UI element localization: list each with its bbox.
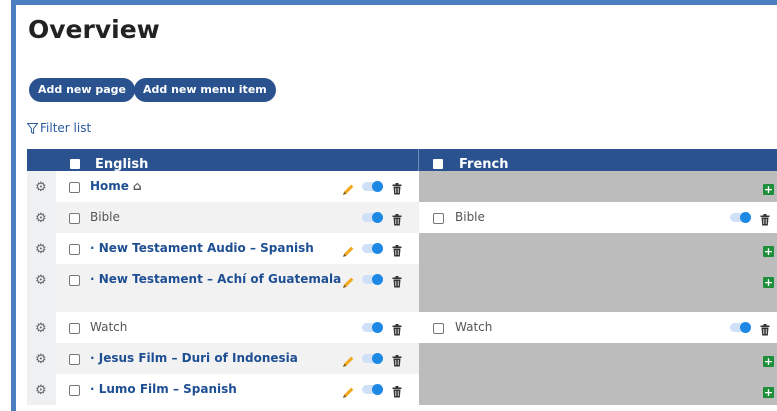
trash-icon[interactable]: [392, 352, 402, 367]
add-translation-icon[interactable]: +: [763, 246, 774, 257]
trash-icon[interactable]: [760, 321, 770, 336]
visibility-toggle[interactable]: [730, 212, 751, 223]
english-column-header: English: [95, 157, 149, 172]
row-checkbox[interactable]: [69, 323, 80, 334]
trash-icon[interactable]: [392, 273, 402, 288]
english-cell: Home ⌂: [56, 171, 419, 202]
pencil-icon[interactable]: [342, 353, 355, 367]
english-cell: · New Testament Audio – Spanish: [56, 233, 419, 264]
row-checkbox[interactable]: [69, 354, 80, 365]
row-checkbox[interactable]: [433, 213, 444, 224]
row-settings-cell: ⚙: [27, 374, 56, 405]
page-link[interactable]: · Lumo Film – Spanish: [90, 382, 237, 396]
pencil-icon[interactable]: [342, 274, 355, 288]
table-row: ⚙ Watch Watch: [27, 312, 777, 343]
gear-icon[interactable]: ⚙: [35, 383, 47, 398]
row-settings-cell: ⚙: [27, 264, 56, 312]
french-column-header: French: [459, 157, 509, 172]
visibility-toggle[interactable]: [362, 322, 383, 333]
trash-icon[interactable]: [392, 383, 402, 398]
gear-icon[interactable]: ⚙: [35, 273, 47, 288]
page-title: Overview: [28, 15, 160, 44]
trash-icon[interactable]: [392, 242, 402, 257]
menu-label: Bible: [90, 210, 120, 224]
page-link[interactable]: · Jesus Film – Duri of Indonesia: [90, 351, 298, 365]
french-cell: Watch: [419, 312, 777, 343]
gear-icon[interactable]: ⚙: [35, 352, 47, 367]
table-row: ⚙ · Lumo Film – Spanish +: [27, 374, 777, 405]
menu-label: Watch: [455, 320, 493, 334]
visibility-toggle[interactable]: [362, 181, 383, 192]
english-cell: · New Testament – Achí of Guatemala: [56, 264, 419, 312]
select-all-french-checkbox[interactable]: [433, 159, 443, 169]
trash-icon[interactable]: [760, 211, 770, 226]
page-link[interactable]: Home ⌂: [90, 179, 142, 193]
trash-icon[interactable]: [392, 180, 402, 195]
french-cell: +: [419, 233, 777, 264]
add-translation-icon[interactable]: +: [763, 356, 774, 367]
table-row: ⚙ · New Testament – Achí of Guatemala +: [27, 264, 777, 312]
table-row: ⚙ · Jesus Film – Duri of Indonesia +: [27, 343, 777, 374]
home-icon: ⌂: [132, 179, 142, 193]
pencil-icon[interactable]: [342, 384, 355, 398]
menu-label: Watch: [90, 320, 128, 334]
visibility-toggle[interactable]: [362, 243, 383, 254]
menu-label: Bible: [455, 210, 485, 224]
gear-icon[interactable]: ⚙: [35, 242, 47, 257]
french-cell: +: [419, 343, 777, 374]
row-settings-cell: ⚙: [27, 233, 56, 264]
row-checkbox[interactable]: [69, 385, 80, 396]
table-row: ⚙ Bible Bible: [27, 202, 777, 233]
add-new-page-button[interactable]: Add new page: [29, 78, 136, 102]
row-settings-cell: ⚙: [27, 171, 56, 202]
row-checkbox[interactable]: [69, 275, 80, 286]
english-cell: Bible: [56, 202, 419, 233]
english-cell: · Lumo Film – Spanish: [56, 374, 419, 405]
french-cell: Bible: [419, 202, 777, 233]
row-checkbox[interactable]: [69, 182, 80, 193]
french-cell: +: [419, 171, 777, 202]
french-cell: +: [419, 374, 777, 405]
gear-icon[interactable]: ⚙: [35, 211, 47, 226]
filter-icon: [27, 122, 38, 134]
row-settings-cell: ⚙: [27, 343, 56, 374]
visibility-toggle[interactable]: [362, 384, 383, 395]
page-link[interactable]: · New Testament – Achí of Guatemala: [90, 272, 341, 286]
add-translation-icon[interactable]: +: [763, 184, 774, 195]
overview-panel: Overview Add new page Add new menu item …: [11, 0, 777, 411]
trash-icon[interactable]: [392, 321, 402, 336]
row-settings-cell: ⚙: [27, 202, 56, 233]
visibility-toggle[interactable]: [362, 274, 383, 285]
table-row: ⚙ Home ⌂ +: [27, 171, 777, 202]
add-translation-icon[interactable]: +: [763, 387, 774, 398]
row-checkbox[interactable]: [433, 323, 444, 334]
trash-icon[interactable]: [392, 211, 402, 226]
add-translation-icon[interactable]: +: [763, 277, 774, 288]
row-checkbox[interactable]: [69, 244, 80, 255]
french-cell: +: [419, 264, 777, 312]
english-cell: · Jesus Film – Duri of Indonesia: [56, 343, 419, 374]
filter-label: Filter list: [40, 121, 92, 135]
gear-icon[interactable]: ⚙: [35, 321, 47, 336]
filter-list-link[interactable]: Filter list: [27, 121, 91, 135]
pencil-icon[interactable]: [342, 181, 355, 195]
visibility-toggle[interactable]: [362, 212, 383, 223]
row-checkbox[interactable]: [69, 213, 80, 224]
visibility-toggle[interactable]: [362, 353, 383, 364]
row-settings-cell: ⚙: [27, 312, 56, 343]
pencil-icon[interactable]: [342, 243, 355, 257]
table-row: ⚙ · New Testament Audio – Spanish +: [27, 233, 777, 264]
english-cell: Watch: [56, 312, 419, 343]
select-all-english-checkbox[interactable]: [70, 159, 80, 169]
gear-icon[interactable]: ⚙: [35, 180, 47, 195]
page-link[interactable]: · New Testament Audio – Spanish: [90, 241, 314, 255]
add-new-menu-item-button[interactable]: Add new menu item: [134, 78, 276, 102]
visibility-toggle[interactable]: [730, 322, 751, 333]
